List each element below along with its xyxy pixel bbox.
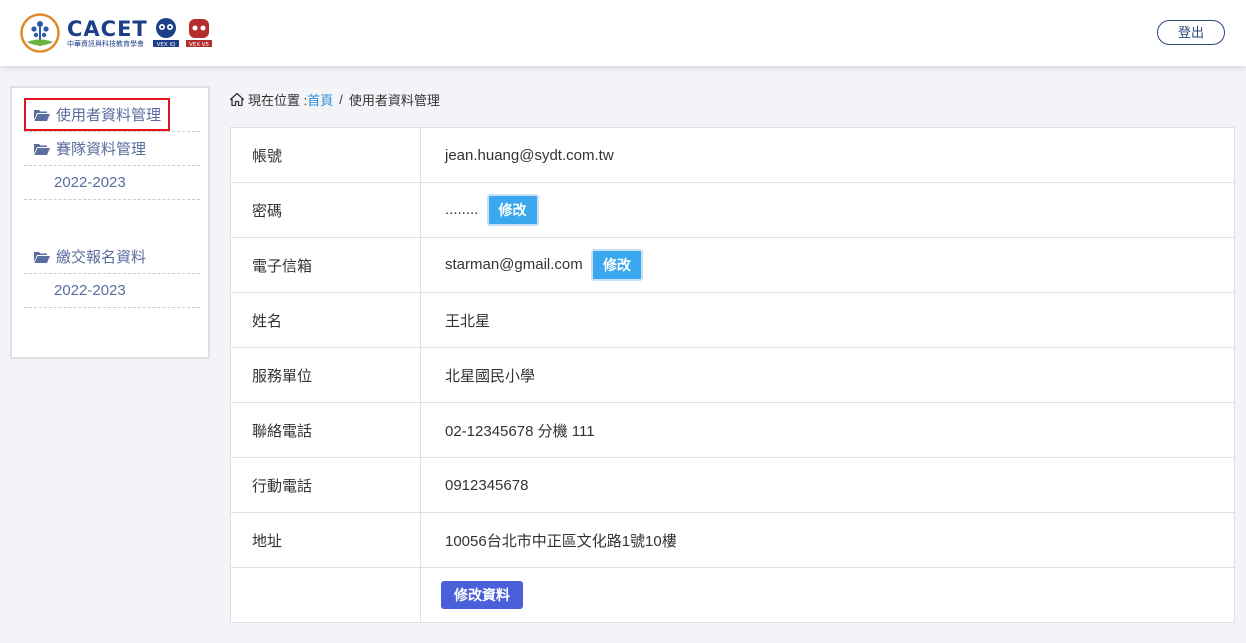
phone-value: 02-12345678 分機 111 — [420, 402, 1235, 458]
table-row: 修改資料 — [230, 567, 1235, 623]
address-label: 地址 — [230, 512, 421, 568]
sidebar-item-registration[interactable]: 繳交報名資料 — [24, 240, 200, 274]
logo-subtitle: 中華資訊與科技教育學會 — [67, 39, 144, 48]
edit-email-button[interactable]: 修改 — [590, 249, 643, 281]
table-row: 聯絡電話 02-12345678 分機 111 — [230, 402, 1235, 458]
sidebar-item-label: 2022-2023 — [54, 282, 126, 299]
mobile-text: 0912345678 — [445, 476, 529, 494]
organization-label: 服務單位 — [230, 347, 421, 403]
breadcrumb: 現在位置 : 首頁 / 使用者資料管理 — [230, 90, 440, 108]
action-label-cell — [230, 567, 421, 623]
svg-text:VEX IQ: VEX IQ — [156, 42, 175, 48]
email-value: starman@gmail.com 修改 — [420, 237, 1235, 293]
organization-value: 北星國民小學 — [420, 347, 1235, 403]
sidebar-item-user-data[interactable]: 使用者資料管理 — [24, 98, 200, 132]
sidebar: 使用者資料管理 賽隊資料管理 2022-2023 繳交報名資料 2022-202… — [10, 86, 210, 359]
table-row: 地址 10056台北市中正區文化路1號10樓 — [230, 512, 1235, 568]
breadcrumb-separator: / — [339, 91, 343, 107]
account-value: jean.huang@sydt.com.tw — [420, 127, 1235, 183]
phone-label: 聯絡電話 — [230, 402, 421, 458]
address-value: 10056台北市中正區文化路1號10樓 — [420, 512, 1235, 568]
folder-open-icon — [34, 143, 50, 155]
logo-title: CACET — [67, 16, 148, 41]
cacet-emblem-icon — [20, 13, 60, 53]
name-text: 王北星 — [445, 312, 491, 330]
sidebar-item-registration-2022-2023[interactable]: 2022-2023 — [24, 274, 200, 308]
sidebar-item-label: 2022-2023 — [54, 174, 126, 191]
logo-text: CACET 中華資訊與科技教育學會 — [67, 18, 148, 49]
name-label: 姓名 — [230, 292, 421, 348]
home-icon — [230, 92, 244, 106]
logout-button[interactable]: 登出 — [1157, 20, 1225, 45]
account-text: jean.huang@sydt.com.tw — [445, 146, 614, 164]
save-profile-button[interactable]: 修改資料 — [441, 581, 523, 609]
table-row: 帳號 jean.huang@sydt.com.tw — [230, 127, 1235, 183]
sidebar-item-team-2022-2023[interactable]: 2022-2023 — [24, 166, 200, 200]
password-text: ........ — [445, 200, 479, 218]
breadcrumb-current: 使用者資料管理 — [348, 92, 440, 108]
folder-open-icon — [34, 251, 50, 263]
sidebar-item-label: 使用者資料管理 — [56, 107, 162, 124]
folder-open-icon — [34, 109, 50, 121]
password-value: ........ 修改 — [420, 182, 1235, 238]
table-row: 姓名 王北星 — [230, 292, 1235, 348]
action-cell: 修改資料 — [420, 567, 1235, 623]
mobile-label: 行動電話 — [230, 457, 421, 513]
account-label: 帳號 — [230, 127, 421, 183]
mobile-value: 0912345678 — [420, 457, 1235, 513]
vex-iq-mascot-icon: VEX IQ — [152, 18, 179, 48]
address-text: 10056台北市中正區文化路1號10樓 — [445, 532, 677, 550]
email-text: starman@gmail.com — [445, 255, 583, 273]
table-row: 行動電話 0912345678 — [230, 457, 1235, 513]
svg-text:VEX V5: VEX V5 — [189, 42, 210, 48]
email-label: 電子信箱 — [230, 237, 421, 293]
table-row: 電子信箱 starman@gmail.com 修改 — [230, 237, 1235, 293]
phone-text: 02-12345678 分機 111 — [445, 422, 595, 440]
sidebar-item-label: 賽隊資料管理 — [56, 141, 147, 158]
edit-password-button[interactable]: 修改 — [486, 194, 539, 226]
site-logo[interactable]: CACET 中華資訊與科技教育學會 VEX IQ VEX V5 — [20, 12, 214, 54]
vex-v5-mascot-icon: VEX V5 — [185, 19, 212, 48]
breadcrumb-home-link[interactable]: 首頁 — [307, 90, 333, 109]
profile-table: 帳號 jean.huang@sydt.com.tw 密碼 ........ 修改… — [230, 127, 1235, 623]
table-row: 密碼 ........ 修改 — [230, 182, 1235, 238]
organization-text: 北星國民小學 — [445, 367, 536, 385]
sidebar-item-team-data[interactable]: 賽隊資料管理 — [24, 132, 200, 166]
breadcrumb-prefix: 現在位置 : — [248, 92, 308, 108]
name-value: 王北星 — [420, 292, 1235, 348]
sidebar-item-label: 繳交報名資料 — [56, 249, 147, 266]
table-row: 服務單位 北星國民小學 — [230, 347, 1235, 403]
password-label: 密碼 — [230, 182, 421, 238]
top-header: CACET 中華資訊與科技教育學會 VEX IQ VEX V5 登出 — [0, 0, 1246, 66]
